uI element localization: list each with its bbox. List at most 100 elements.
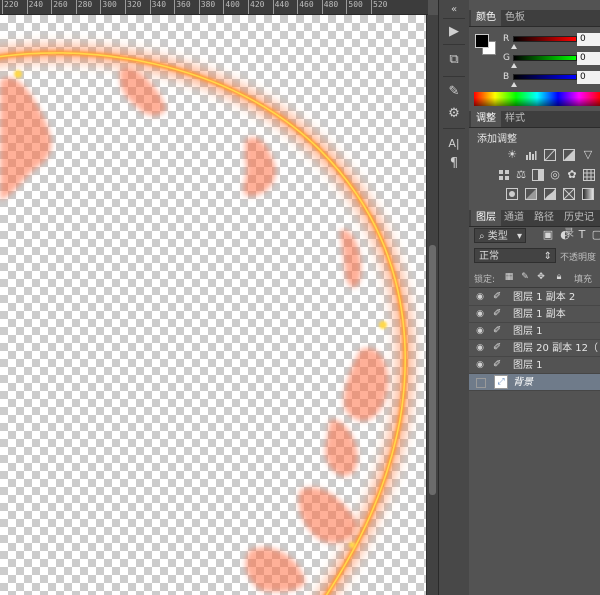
lock-position-icon[interactable]: ✥	[535, 271, 547, 283]
ruler-tick-label: 400	[225, 0, 240, 9]
ruler-tick-mark	[51, 0, 53, 14]
tab-history[interactable]: 历史记录	[559, 210, 600, 239]
brush-preset-icon[interactable]: ✎	[445, 84, 463, 100]
tab-styles[interactable]: 样式	[500, 111, 530, 127]
eye-icon[interactable]: ◉	[475, 309, 485, 319]
adjustment-filter-icon[interactable]: ◐	[559, 229, 571, 241]
color-balance-icon[interactable]: ⚖	[515, 169, 527, 181]
tab-paths[interactable]: 路径	[529, 210, 559, 226]
tool-separator	[443, 18, 465, 19]
ruler-tick-mark	[149, 0, 151, 14]
eye-icon[interactable]: ◉	[475, 326, 485, 336]
color-spectrum-bar[interactable]	[474, 92, 600, 106]
gradient-map-icon[interactable]	[582, 188, 594, 200]
layer-name: 图层 1 副本 2	[513, 292, 576, 303]
layer-row[interactable]: ◉ ✐ 图层 1 副本	[469, 306, 600, 323]
layer-row-background[interactable]: ⤢ 背景	[469, 374, 600, 391]
b-value-field[interactable]: 0	[577, 71, 600, 84]
layer-thumbnail: ⤢	[494, 375, 508, 389]
layer-row[interactable]: ◉ ✐ 图层 1 副本 2	[469, 289, 600, 306]
character-panel-icon[interactable]: A|	[445, 136, 463, 152]
eye-icon[interactable]: ◉	[475, 343, 485, 353]
adjust-settings-icon[interactable]: ⚙	[445, 106, 463, 122]
bw-icon[interactable]	[532, 169, 544, 181]
lookup-icon[interactable]	[583, 169, 595, 181]
history-icon[interactable]: ⧉	[445, 52, 463, 68]
collapse-panels-icon[interactable]: «	[445, 2, 463, 18]
lock-label: 锁定:	[474, 275, 496, 285]
ruler-tick-label: 380	[200, 0, 216, 9]
foreground-color-swatch[interactable]	[475, 34, 489, 48]
ruler-tick-mark	[371, 0, 372, 14]
r-slider-handle[interactable]	[511, 44, 517, 49]
threshold-icon[interactable]	[544, 188, 556, 200]
layer-name: 背景	[513, 377, 533, 388]
lock-transparent-icon[interactable]: ▦	[503, 271, 515, 283]
ruler-tick-label: 420	[250, 0, 265, 9]
r-slider[interactable]	[513, 36, 577, 42]
adjust-panel-tabs: 调整 样式	[469, 111, 600, 128]
layer-row[interactable]: ◉ ✐ 图层 1	[469, 323, 600, 340]
ruler-tick-label: 500	[348, 0, 363, 9]
vibrance-icon[interactable]: ▽	[582, 149, 594, 161]
horizontal-ruler: 220 240 260 280 300 320 340 360 380 400 420 440 460 4…	[0, 0, 428, 15]
r-label: R	[503, 34, 510, 44]
lock-all-icon[interactable]: 🔒︎	[553, 271, 565, 283]
ruler-tick-mark	[321, 0, 323, 14]
curves-icon[interactable]	[544, 149, 556, 161]
layer-row[interactable]: ◉ ✐ 图层 20 副本 12（…	[469, 340, 600, 357]
levels-icon[interactable]	[525, 149, 537, 161]
type-filter-icon[interactable]: T	[576, 229, 588, 241]
selective-color-icon[interactable]	[563, 188, 575, 200]
blend-mode-select[interactable]: 正常 ⇕	[474, 248, 556, 263]
exposure-icon[interactable]	[563, 149, 575, 161]
color-panel-tabs: 颜色 色板	[469, 10, 600, 27]
hue-icon[interactable]	[498, 169, 510, 181]
tab-color[interactable]: 颜色	[471, 10, 501, 26]
eye-icon[interactable]: ◉	[475, 360, 485, 370]
ruler-tick-mark	[100, 0, 102, 14]
ruler-tick-mark	[297, 0, 299, 14]
layer-name: 图层 20 副本 12（…	[513, 343, 599, 354]
actions-play-icon[interactable]: ▶	[445, 24, 463, 40]
tab-layers[interactable]: 图层	[471, 210, 501, 226]
posterize-icon[interactable]	[525, 188, 537, 200]
blend-mode-label: 正常	[479, 251, 499, 262]
lock-pixels-icon[interactable]: ✎	[519, 271, 531, 283]
b-slider[interactable]	[513, 74, 577, 80]
ruler-tick-mark	[198, 0, 200, 14]
right-panels: 颜色 色板 R 0 G 0 B 0 调整 样式 添加调整 ☀ ▽ ⚖ ◎ ✿ 图…	[469, 0, 600, 595]
shape-filter-icon[interactable]: ▢	[591, 229, 600, 241]
photo-filter-icon[interactable]: ◎	[549, 169, 561, 181]
channel-mixer-icon[interactable]: ✿	[566, 169, 578, 181]
brush-icon: ✐	[493, 342, 502, 353]
ruler-tick-label: 280	[77, 0, 93, 9]
invert-icon[interactable]	[506, 188, 518, 200]
panel-tool-strip: « ▶ ⧉ ✎ ⚙ A| ¶	[438, 0, 470, 595]
pixel-filter-icon[interactable]: ▣	[542, 229, 554, 241]
layer-row[interactable]: ◉ ✐ 图层 1	[469, 357, 600, 374]
g-slider-handle[interactable]	[511, 63, 517, 68]
layer-filter-select[interactable]: ⌕ 类型 ▾	[474, 228, 526, 243]
visibility-toggle-empty[interactable]	[476, 378, 486, 388]
tab-adjustments[interactable]: 调整	[471, 111, 501, 127]
tab-channels[interactable]: 通道	[499, 210, 529, 226]
r-value-field[interactable]: 0	[577, 33, 600, 46]
ruler-tick-label: 220	[4, 0, 19, 9]
tool-separator	[443, 44, 465, 45]
g-slider[interactable]	[513, 55, 577, 61]
document-canvas[interactable]	[0, 15, 426, 595]
tool-separator	[443, 128, 465, 129]
brush-icon: ✐	[493, 359, 502, 370]
scrollbar-thumb[interactable]	[429, 245, 436, 495]
ruler-tick-mark	[223, 0, 225, 14]
eye-icon[interactable]: ◉	[475, 292, 485, 302]
brightness-icon[interactable]: ☀	[506, 149, 518, 161]
filter-kind-label: 类型	[487, 231, 508, 242]
b-slider-handle[interactable]	[511, 82, 517, 87]
g-value-field[interactable]: 0	[577, 52, 600, 65]
ruler-tick-label: 360	[176, 0, 191, 9]
tab-swatches[interactable]: 色板	[500, 10, 530, 26]
ruler-tick-mark	[26, 0, 28, 14]
paragraph-panel-icon[interactable]: ¶	[445, 156, 463, 172]
